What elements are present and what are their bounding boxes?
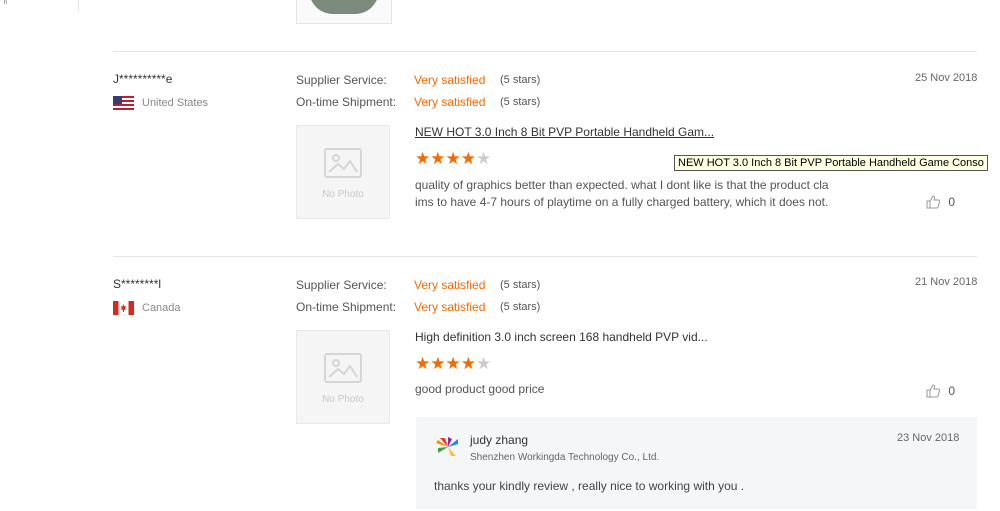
review-divider <box>113 256 977 257</box>
no-photo-text: No Photo <box>322 394 364 405</box>
supplier-service-value: Very satisfied <box>414 73 486 87</box>
supplier-reply-name: judy zhang <box>470 433 529 447</box>
image-placeholder-icon <box>328 359 358 378</box>
review-photo-placeholder[interactable]: No Photo <box>296 330 390 424</box>
helpful-count: 0 <box>948 384 956 398</box>
supplier-service-stars: (5 stars) <box>500 279 541 291</box>
supplier-logo-icon <box>436 437 458 456</box>
star-filled-icon: ★ <box>430 149 446 168</box>
reviewer-country: United States <box>142 97 209 109</box>
us-flag-icon <box>113 96 134 110</box>
previous-review-photo[interactable] <box>296 0 392 24</box>
star-filled-icon: ★ <box>460 354 476 373</box>
supplier-service-label: Supplier Service: <box>296 73 387 87</box>
thumbs-up-icon <box>926 195 941 209</box>
star-filled-icon: ★ <box>445 149 461 168</box>
sidebar-stub-text: ʰ <box>4 0 8 8</box>
supplier-company-name: Shenzhen Workingda Technology Co., Ltd. <box>470 452 660 463</box>
shipment-stars: (5 stars) <box>500 96 541 108</box>
star-filled-icon: ★ <box>430 354 446 373</box>
left-sidebar-edge: ʰ <box>0 0 79 12</box>
image-placeholder-icon <box>328 154 358 173</box>
review-text: good product good price <box>415 382 545 396</box>
helpful-button[interactable]: 0 <box>926 194 955 209</box>
helpful-button[interactable]: 0 <box>926 383 955 398</box>
star-rating: ★★★★★ <box>415 355 491 374</box>
reply-date: 23 Nov 2018 <box>897 432 960 444</box>
reviewer-country: Canada <box>142 302 181 314</box>
supplier-service-stars: (5 stars) <box>500 74 541 86</box>
no-photo-text: No Photo <box>322 189 364 200</box>
helpful-count: 0 <box>948 195 956 209</box>
product-image <box>309 0 379 14</box>
shipment-label: On-time Shipment: <box>296 95 397 109</box>
product-title-tooltip: NEW HOT 3.0 Inch 8 Bit PVP Portable Hand… <box>674 155 988 171</box>
review-text: quality of graphics better than expected… <box>415 177 885 211</box>
product-link[interactable]: High definition 3.0 inch screen 168 hand… <box>415 330 708 344</box>
star-filled-icon: ★ <box>415 149 431 168</box>
shipment-label: On-time Shipment: <box>296 300 397 314</box>
shipment-value: Very satisfied <box>414 300 486 314</box>
review-photo-placeholder[interactable]: No Photo <box>296 125 390 219</box>
star-filled-icon: ★ <box>445 354 461 373</box>
review-text-line: quality of graphics better than expected… <box>415 178 829 192</box>
canada-flag-icon <box>113 301 134 315</box>
thumbs-up-icon <box>926 384 941 398</box>
review-date: 21 Nov 2018 <box>915 276 978 288</box>
product-link[interactable]: NEW HOT 3.0 Inch 8 Bit PVP Portable Hand… <box>415 125 714 139</box>
star-empty-icon: ★ <box>476 354 492 373</box>
review-divider <box>113 51 977 52</box>
shipment-value: Very satisfied <box>414 95 486 109</box>
reviewer-name: S********l <box>113 277 162 291</box>
reply-text: thanks your kindly review , really nice … <box>434 479 745 493</box>
star-rating: ★★★★★ <box>415 150 491 169</box>
supplier-reply: judy zhang Shenzhen Workingda Technology… <box>416 417 977 509</box>
supplier-service-label: Supplier Service: <box>296 278 387 292</box>
review-date: 25 Nov 2018 <box>915 72 978 84</box>
reviewer-name: J**********e <box>113 72 173 86</box>
star-filled-icon: ★ <box>460 149 476 168</box>
star-filled-icon: ★ <box>415 354 431 373</box>
no-photo-icon <box>324 148 362 178</box>
review-text-line: ims to have 4-7 hours of playtime on a f… <box>415 195 829 209</box>
star-empty-icon: ★ <box>476 149 492 168</box>
supplier-service-value: Very satisfied <box>414 278 486 292</box>
shipment-stars: (5 stars) <box>500 301 541 313</box>
no-photo-icon <box>324 353 362 383</box>
